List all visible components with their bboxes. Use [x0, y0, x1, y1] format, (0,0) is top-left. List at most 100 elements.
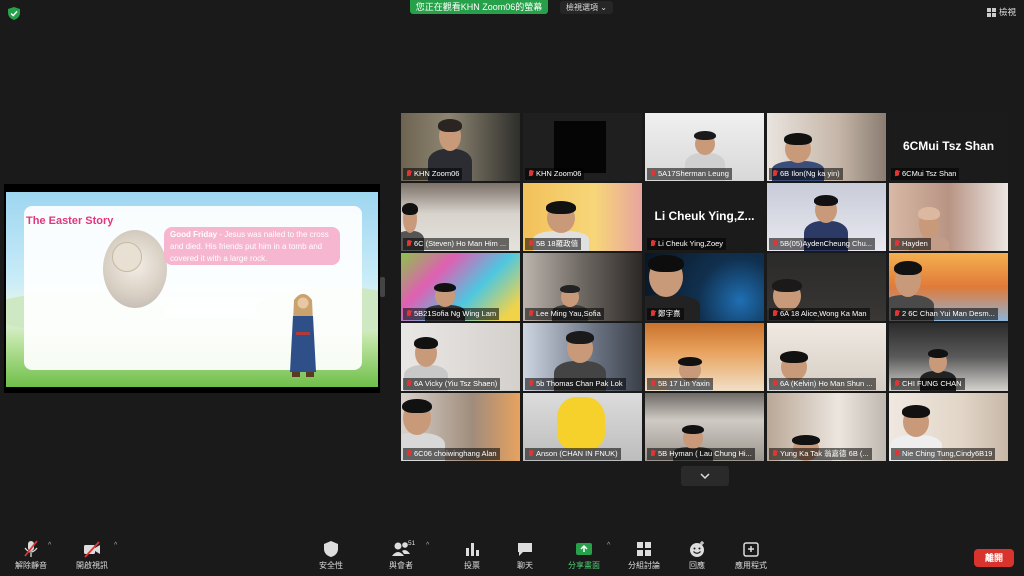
participants-options-caret[interactable]: ^ — [426, 542, 429, 549]
share-screen-button[interactable]: 分享畫面 — [561, 540, 607, 574]
participant-tile[interactable]: 6A Vicky (Yiu Tsz Shaen) — [401, 323, 520, 391]
muted-mic-icon — [894, 240, 900, 248]
participant-name-label: KHN Zoom06 — [403, 168, 463, 180]
participant-tile[interactable]: 5B 18羅政僖 — [523, 183, 642, 251]
participants-button[interactable]: 51 與會者 — [378, 540, 424, 574]
participant-tile[interactable]: 5B21Sofia Ng Wing Lam — [401, 253, 520, 321]
view-options-dropdown[interactable]: 檢視選項 ⌄ — [560, 1, 613, 14]
participant-name-label: 5B(05)AydenCheung Chu... — [769, 238, 876, 250]
pikachu-image — [557, 397, 605, 449]
participant-tile[interactable]: 6C (Steven) Ho Man Him ... — [401, 183, 520, 251]
participant-tile[interactable]: 6B Ilon(Ng ka yin) — [767, 113, 886, 181]
participant-name: 6C (Steven) Ho Man Him ... — [414, 239, 507, 248]
apps-label: 應用程式 — [735, 561, 767, 570]
gallery-grid: KHN Zoom06 KHN Zoom06 5A17Sherman Leung 6B … — [401, 113, 1009, 463]
participant-tile[interactable]: Hayden — [889, 183, 1008, 251]
participant-tile[interactable]: 6C06 choiwinghang Alan — [401, 393, 520, 461]
person-hair — [546, 201, 576, 214]
participant-tile[interactable]: 6A 18 Alice,Wong Ka Man — [767, 253, 886, 321]
participant-name: Nie Ching Tung,Cindy6B19 — [902, 449, 993, 458]
participant-name: 6A 18 Alice,Wong Ka Man — [780, 309, 867, 318]
muted-mic-icon — [406, 240, 412, 248]
chevron-down-icon — [700, 472, 710, 479]
muted-mic-icon — [528, 450, 534, 458]
participant-tile[interactable]: 5A17Sherman Leung — [645, 113, 764, 181]
start-video-button[interactable]: 開啟視訊 — [69, 540, 115, 574]
shield-icon[interactable] — [8, 7, 20, 20]
participant-name-label: Li Cheuk Ying,Zoey — [647, 238, 727, 250]
participant-tile[interactable]: CHI FUNG CHAN — [889, 323, 1008, 391]
person-hair — [792, 435, 820, 446]
participant-name: KHN Zoom06 — [536, 169, 582, 178]
participant-tile[interactable]: Nie Ching Tung,Cindy6B19 — [889, 393, 1008, 461]
person-hair — [894, 261, 922, 276]
apps-button[interactable]: 應用程式 — [728, 540, 774, 574]
participant-name-label: 6A (Kelvin) Ho Man Shun ... — [769, 378, 876, 390]
participant-name: 2 6C Chan Yui Man Desm... — [902, 309, 995, 318]
start-video-label: 開啟視訊 — [76, 561, 108, 570]
participant-tile[interactable]: 5B 17 Lin Yaxin — [645, 323, 764, 391]
participant-tile[interactable]: Lee Ming Yau,Sofia — [523, 253, 642, 321]
muted-mic-icon — [528, 170, 534, 178]
shared-screen[interactable]: The Easter Story Good Friday - Jesus was… — [4, 184, 380, 393]
participant-tile[interactable]: 5B Hyman ( Lau Chung Hi... — [645, 393, 764, 461]
participant-name: 5A17Sherman Leung — [658, 169, 729, 178]
muted-mic-icon — [894, 170, 900, 178]
participant-name: 5B 18羅政僖 — [536, 239, 579, 248]
smiley-icon — [690, 541, 704, 557]
participant-name: 5B Hyman ( Lau Chung Hi... — [658, 449, 752, 458]
participant-tile[interactable]: Yung Ka Tak 翁嘉德 6B (... — [767, 393, 886, 461]
participant-tile[interactable]: 2 6C Chan Yui Man Desm... — [889, 253, 1008, 321]
person-hair — [402, 203, 418, 215]
share-options-caret[interactable]: ^ — [607, 542, 610, 549]
participant-name-label: 5B21Sofia Ng Wing Lam — [403, 308, 500, 320]
breakout-rooms-icon — [637, 542, 651, 556]
muted-mic-icon — [772, 380, 778, 388]
participant-tile[interactable]: 6CMui Tsz Shan 6CMui Tsz Shan — [889, 113, 1008, 181]
breakout-rooms-button[interactable]: 分組討論 — [621, 540, 667, 574]
muted-mic-icon — [894, 380, 900, 388]
participant-name-label: 鄭宇熹 — [647, 308, 684, 320]
video-options-caret[interactable]: ^ — [114, 542, 117, 549]
person-hair — [784, 133, 812, 145]
person-hair — [780, 351, 808, 363]
person-hair — [682, 425, 704, 435]
share-screen-icon — [576, 543, 592, 555]
reactions-button[interactable]: 回應 — [674, 540, 720, 574]
view-button-label: 檢視 — [998, 7, 1016, 17]
muted-mic-icon — [772, 240, 778, 248]
zoom-meeting-window: 您正在觀看KHN Zoom06的螢幕 檢視選項 ⌄ 檢視 The Easter … — [0, 0, 1024, 576]
participant-tile[interactable]: 鄭宇熹 — [645, 253, 764, 321]
muted-mic-icon — [406, 310, 412, 318]
chat-button[interactable]: 聊天 — [502, 540, 548, 574]
participant-name: 6A (Kelvin) Ho Man Shun ... — [780, 379, 873, 388]
muted-mic-icon — [772, 310, 778, 318]
muted-mic-icon — [406, 450, 412, 458]
leave-button[interactable]: 離開 — [974, 549, 1014, 567]
view-button[interactable]: 檢視 — [986, 6, 1016, 19]
participant-name-label: 5B 17 Lin Yaxin — [647, 378, 713, 390]
polls-button[interactable]: 投票 — [449, 540, 495, 574]
apps-icon — [743, 542, 759, 557]
participant-tile[interactable]: 5B(05)AydenCheung Chu... — [767, 183, 886, 251]
participant-tile[interactable]: 5b Thomas Chan Pak Lok — [523, 323, 642, 391]
reactions-label: 回應 — [689, 561, 705, 570]
person-hair — [434, 283, 456, 293]
participant-name-label: 5B 18羅政僖 — [525, 238, 582, 250]
muted-mic-icon — [650, 310, 656, 318]
participant-tile[interactable]: KHN Zoom06 — [523, 113, 642, 181]
participant-tile[interactable]: KHN Zoom06 — [401, 113, 520, 181]
audio-options-caret[interactable]: ^ — [48, 542, 51, 549]
participants-label: 與會者 — [389, 561, 413, 570]
next-page-button[interactable] — [681, 466, 729, 486]
participant-tile[interactable]: Li Cheuk Ying,Z... Li Cheuk Ying,Zoey — [645, 183, 764, 251]
splitter-handle[interactable] — [380, 277, 385, 297]
participant-name: 5B(05)AydenCheung Chu... — [780, 239, 873, 248]
participant-tile[interactable]: 6A (Kelvin) Ho Man Shun ... — [767, 323, 886, 391]
person-hair — [402, 399, 432, 414]
participant-name-label: 5A17Sherman Leung — [647, 168, 732, 180]
participant-name: 5b Thomas Chan Pak Lok — [536, 379, 623, 388]
security-button[interactable]: 安全性 — [308, 540, 354, 574]
participant-name-label: 6A 18 Alice,Wong Ka Man — [769, 308, 870, 320]
participant-tile[interactable]: Anson (CHAN IN FNUK) — [523, 393, 642, 461]
